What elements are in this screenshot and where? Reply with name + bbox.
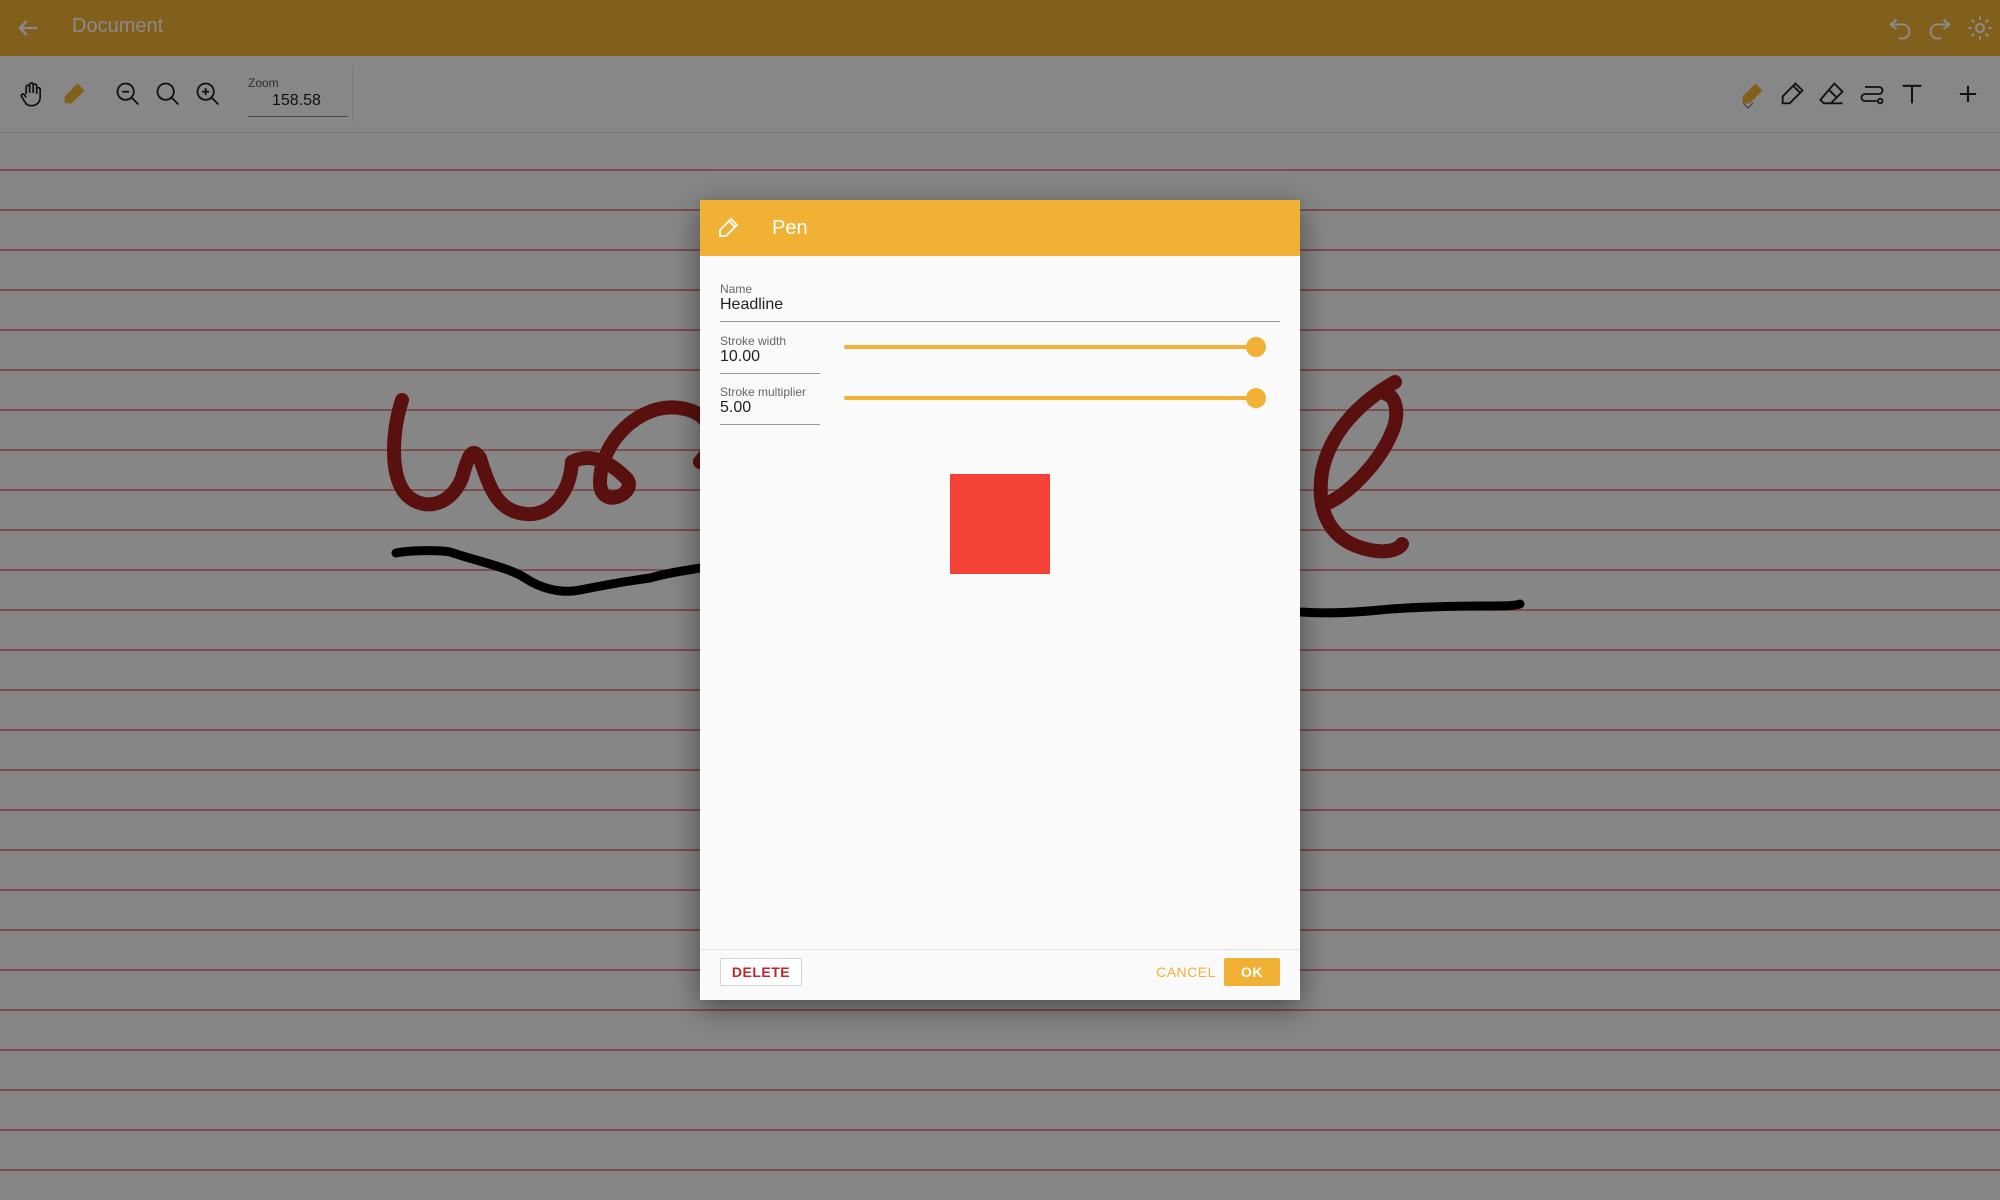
stroke-multiplier-label: Stroke multiplier bbox=[720, 385, 807, 399]
pencil-icon bbox=[719, 217, 739, 237]
pen-settings-dialog: Pen Name Headline Stroke width 10.00 Str… bbox=[700, 200, 1300, 1000]
stroke-width-input[interactable]: 10.00 bbox=[720, 348, 760, 366]
stroke-multiplier-input[interactable]: 5.00 bbox=[720, 399, 751, 417]
name-input[interactable]: Headline bbox=[720, 296, 783, 314]
delete-button[interactable]: DELETE bbox=[720, 958, 802, 986]
dialog-title: Pen bbox=[772, 217, 808, 239]
slider-thumb[interactable] bbox=[1246, 337, 1266, 357]
color-swatch[interactable] bbox=[950, 474, 1050, 574]
footer-divider bbox=[700, 949, 1300, 950]
stroke-multiplier-slider[interactable] bbox=[844, 388, 1266, 408]
ok-button[interactable]: OK bbox=[1224, 958, 1280, 986]
stroke-multiplier-field[interactable]: Stroke multiplier 5.00 bbox=[720, 385, 820, 425]
slider-thumb[interactable] bbox=[1246, 388, 1266, 408]
stroke-width-field[interactable]: Stroke width 10.00 bbox=[720, 334, 820, 374]
cancel-button[interactable]: CANCEL bbox=[1154, 958, 1218, 986]
name-label: Name bbox=[720, 282, 753, 296]
slider-track bbox=[844, 345, 1256, 349]
slider-track bbox=[844, 396, 1256, 400]
dialog-header: Pen bbox=[700, 200, 1300, 256]
stroke-width-slider[interactable] bbox=[844, 337, 1266, 357]
name-field[interactable]: Name Headline bbox=[720, 282, 1280, 322]
stroke-width-label: Stroke width bbox=[720, 334, 787, 348]
